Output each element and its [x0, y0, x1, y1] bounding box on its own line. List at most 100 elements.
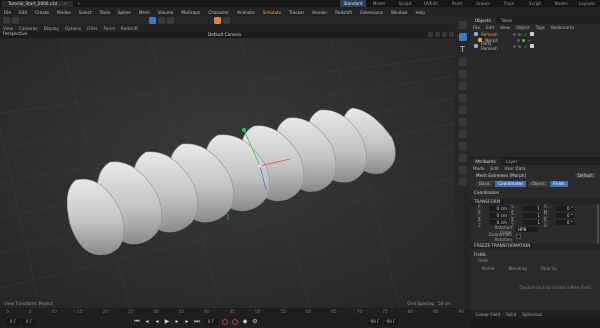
redo-icon[interactable]	[12, 17, 19, 24]
render-region-icon[interactable]	[458, 178, 467, 186]
field-icon[interactable]	[458, 118, 467, 126]
next-frame-icon[interactable]: ▸	[174, 319, 180, 325]
attributes-scrollbar[interactable]	[597, 204, 599, 244]
menu-character[interactable]: Character	[204, 10, 233, 15]
objects-menu-bookmarks[interactable]: Bookmarks	[548, 25, 577, 30]
prop-tab-coordinates[interactable]: Coordinates	[495, 181, 527, 187]
prev-frame-icon[interactable]: ◂	[154, 319, 160, 325]
menu-window[interactable]: Window	[387, 10, 412, 15]
rotation-p-field[interactable]: 0 °	[556, 213, 574, 218]
next-key-icon[interactable]: ▸	[184, 319, 190, 325]
layout-layouts[interactable]: Layouts	[574, 0, 600, 7]
visibility-dots[interactable]	[513, 44, 521, 48]
layout-paint[interactable]: Paint	[444, 0, 470, 7]
attributes-menu-mode[interactable]: Mode	[470, 166, 487, 171]
menu-tools[interactable]: Tools	[96, 10, 114, 15]
effector-icon[interactable]	[458, 106, 467, 114]
generator-icon[interactable]	[458, 82, 467, 90]
key-settings-icon[interactable]: ⚙	[252, 319, 258, 325]
record-icon[interactable]	[222, 319, 228, 325]
objects-menu-object[interactable]: Object	[513, 25, 533, 30]
menu-simulate[interactable]: Simulate	[259, 10, 286, 15]
menu-edit[interactable]: Edit	[15, 10, 31, 15]
end-frame-field-2[interactable]: 90 F	[384, 319, 398, 325]
menu-mesh[interactable]: Mesh	[135, 10, 154, 15]
viewport-menu-panel[interactable]: Panel	[101, 26, 118, 31]
layout-uvedit[interactable]: UVEdit	[418, 0, 444, 7]
tag-icon[interactable]	[529, 32, 534, 36]
select-tool-icon[interactable]	[458, 21, 467, 29]
viewport-menu-cameras[interactable]: Cameras	[16, 26, 41, 31]
go-to-start-icon[interactable]: ⏮	[134, 319, 140, 325]
start-frame-field[interactable]: 0 F	[6, 319, 20, 325]
solid-button[interactable]: Solid	[506, 312, 516, 317]
move-tool-icon[interactable]	[149, 17, 156, 24]
rotation-b-field[interactable]: 0 °	[556, 220, 574, 225]
enabled-check-icon[interactable]: ✓	[528, 38, 532, 43]
object-row-puffy-remesh[interactable]: Puffy Remesh ✓	[470, 41, 600, 51]
menu-tracker[interactable]: Tracker	[285, 10, 308, 15]
tab-objects[interactable]: Objects	[470, 17, 496, 24]
viewport-menu-view[interactable]: View	[0, 26, 16, 31]
new-tab-icon[interactable]: +	[77, 1, 81, 6]
objects-menu-view[interactable]: View	[497, 25, 513, 30]
quaternion-checkbox[interactable]	[516, 234, 521, 239]
menu-extensions[interactable]: Extensions	[356, 10, 387, 15]
menu-redshift[interactable]: Redshift	[331, 10, 356, 15]
layout-standard[interactable]: Standard	[340, 0, 366, 7]
deformer-icon[interactable]	[458, 94, 467, 102]
current-frame-field[interactable]: 0 F	[204, 319, 218, 325]
scale-z-field[interactable]: 1	[523, 220, 541, 225]
3d-viewport[interactable]	[0, 38, 455, 308]
menu-render[interactable]: Render	[308, 10, 331, 15]
section-freeze[interactable]: FREEZE TRANSFORMATION	[470, 243, 600, 249]
scale-y-field[interactable]: 1	[523, 213, 541, 218]
enabled-check-icon[interactable]: ✓	[524, 32, 528, 37]
play-icon[interactable]: ▶	[164, 319, 170, 325]
menu-volume[interactable]: Volume	[154, 10, 178, 15]
cube-icon[interactable]	[458, 33, 467, 41]
menu-help[interactable]: Help	[411, 10, 429, 15]
layout-sculpt[interactable]: Sculpt	[392, 0, 418, 7]
rotation-h-field[interactable]: 0 °	[556, 206, 574, 211]
undo-icon[interactable]	[3, 17, 10, 24]
go-to-end-icon[interactable]: ⏭	[194, 319, 200, 325]
visibility-dots[interactable]	[513, 32, 521, 36]
linear-field-button[interactable]: Linear Field	[476, 312, 500, 317]
fields-col-name[interactable]: Name	[482, 266, 494, 271]
pen-tool-icon[interactable]	[458, 58, 467, 66]
material-icon[interactable]	[458, 154, 467, 162]
camera-icon[interactable]	[458, 130, 467, 138]
fields-empty-hint[interactable]: Double-click to create a New Field	[470, 285, 600, 290]
zoom-icon[interactable]	[435, 32, 440, 37]
enabled-check-icon[interactable]: ✓	[524, 44, 528, 49]
spline-tool-icon[interactable]	[458, 70, 467, 78]
menu-modes[interactable]: Modes	[53, 10, 75, 15]
menu-spline[interactable]: Spline	[114, 10, 135, 15]
pan-icon[interactable]	[428, 32, 433, 37]
render-settings-icon[interactable]	[223, 17, 230, 24]
layout-nodes[interactable]: Nodes	[548, 0, 574, 7]
menu-create[interactable]: Create	[31, 10, 53, 15]
default-dropdown[interactable]: Default	[574, 173, 596, 178]
fields-col-blending[interactable]: Blending	[508, 266, 526, 271]
scene-icon[interactable]	[458, 166, 467, 174]
position-y-field[interactable]: 0 cm	[490, 213, 508, 218]
maximize-icon[interactable]	[449, 32, 454, 37]
autokey-icon[interactable]	[232, 319, 238, 325]
objects-menu-tags[interactable]: Tags	[533, 25, 548, 30]
viewport-menu-redshift[interactable]: Redshift	[118, 26, 141, 31]
spherical-button[interactable]: Spherical	[522, 312, 541, 317]
attributes-menu-edit[interactable]: Edit	[487, 166, 501, 171]
fields-col-opacity[interactable]: Opacity	[541, 266, 557, 271]
attributes-menu-user-data[interactable]: User Data	[502, 166, 529, 171]
menu-mograph[interactable]: MoGraph	[177, 10, 204, 15]
viewport-menu-options[interactable]: Options	[62, 26, 84, 31]
light-icon[interactable]	[458, 142, 467, 150]
viewport-menu-filter[interactable]: Filter	[84, 26, 100, 31]
rotate-tool-icon[interactable]	[167, 17, 174, 24]
prop-tab-object[interactable]: Object	[528, 181, 548, 187]
prev-key-icon[interactable]: ◂	[144, 319, 150, 325]
scale-x-field[interactable]: 1	[523, 206, 541, 211]
objects-menu-edit[interactable]: Edit	[483, 25, 497, 30]
